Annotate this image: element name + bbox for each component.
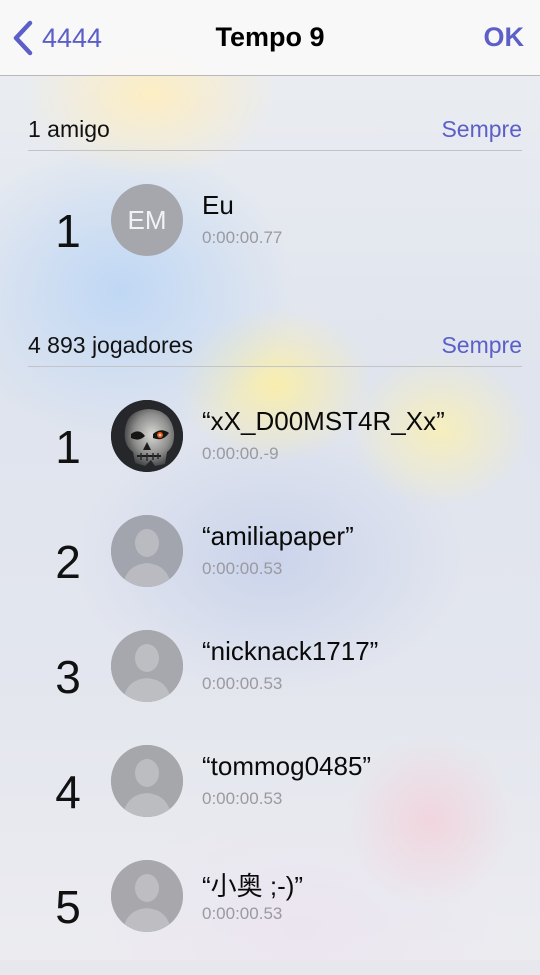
leaderboard-row[interactable]: 1 “xX_D00MST4R_Xx” 0:00:00.-9 xyxy=(0,400,540,515)
friends-section-header: 1 amigo Sempre xyxy=(28,110,522,151)
player-name: “tommog0485” xyxy=(202,751,372,781)
leaderboard-row[interactable]: 1 EM Eu 0:00:00.77 xyxy=(0,184,540,299)
avatar xyxy=(111,745,183,817)
player-name: Eu xyxy=(202,190,234,220)
person-placeholder-icon xyxy=(111,515,183,587)
leaderboard-row[interactable]: 4 “tommog0485” 0:00:00.53 xyxy=(0,745,540,860)
players-section-header: 4 893 jogadores Sempre xyxy=(28,326,522,367)
rank-number: 1 xyxy=(55,205,81,257)
player-time: 0:00:00.77 xyxy=(202,228,283,247)
player-name: “nicknack1717” xyxy=(202,636,379,666)
leaderboard-row[interactable]: 2 “amiliapaper” 0:00:00.53 xyxy=(0,515,540,630)
leaderboard-row[interactable]: 3 “nicknack1717” 0:00:00.53 xyxy=(0,630,540,745)
players-timeframe-filter[interactable]: Sempre xyxy=(441,332,522,359)
player-time: 0:00:00.53 xyxy=(202,559,283,578)
leaderboard-row[interactable]: 5 “小奥 ;-)” 0:00:00.53 xyxy=(0,860,540,975)
friends-timeframe-filter[interactable]: Sempre xyxy=(441,116,522,143)
rank-number: 5 xyxy=(55,881,81,933)
players-count: 4 893 jogadores xyxy=(28,332,193,358)
player-name: “小奥 ;-)” xyxy=(202,871,304,901)
person-placeholder-icon xyxy=(111,630,183,702)
page-title: Tempo 9 xyxy=(215,22,325,52)
person-placeholder-icon xyxy=(111,745,183,817)
avatar xyxy=(111,630,183,702)
avatar xyxy=(111,515,183,587)
rank-number: 2 xyxy=(55,536,81,588)
avatar xyxy=(111,860,183,932)
player-time: 0:00:00.53 xyxy=(202,904,283,923)
navigation-bar: 4444 Tempo 9 OK xyxy=(0,0,540,76)
avatar-initials: EM xyxy=(127,204,167,235)
person-placeholder-icon xyxy=(111,860,183,932)
ok-button[interactable]: OK xyxy=(484,22,525,53)
skull-icon xyxy=(111,400,183,472)
skull-avatar xyxy=(111,400,183,472)
friends-count: 1 amigo xyxy=(28,116,110,142)
avatar: EM xyxy=(111,184,183,256)
player-time: 0:00:00.53 xyxy=(202,674,283,693)
player-time: 0:00:00.-9 xyxy=(202,444,279,463)
player-time: 0:00:00.53 xyxy=(202,789,283,808)
rank-number: 1 xyxy=(55,421,81,473)
player-name: “amiliapaper” xyxy=(202,521,354,551)
rank-number: 4 xyxy=(55,766,81,818)
rank-number: 3 xyxy=(55,651,81,703)
player-name: “xX_D00MST4R_Xx” xyxy=(202,406,445,436)
